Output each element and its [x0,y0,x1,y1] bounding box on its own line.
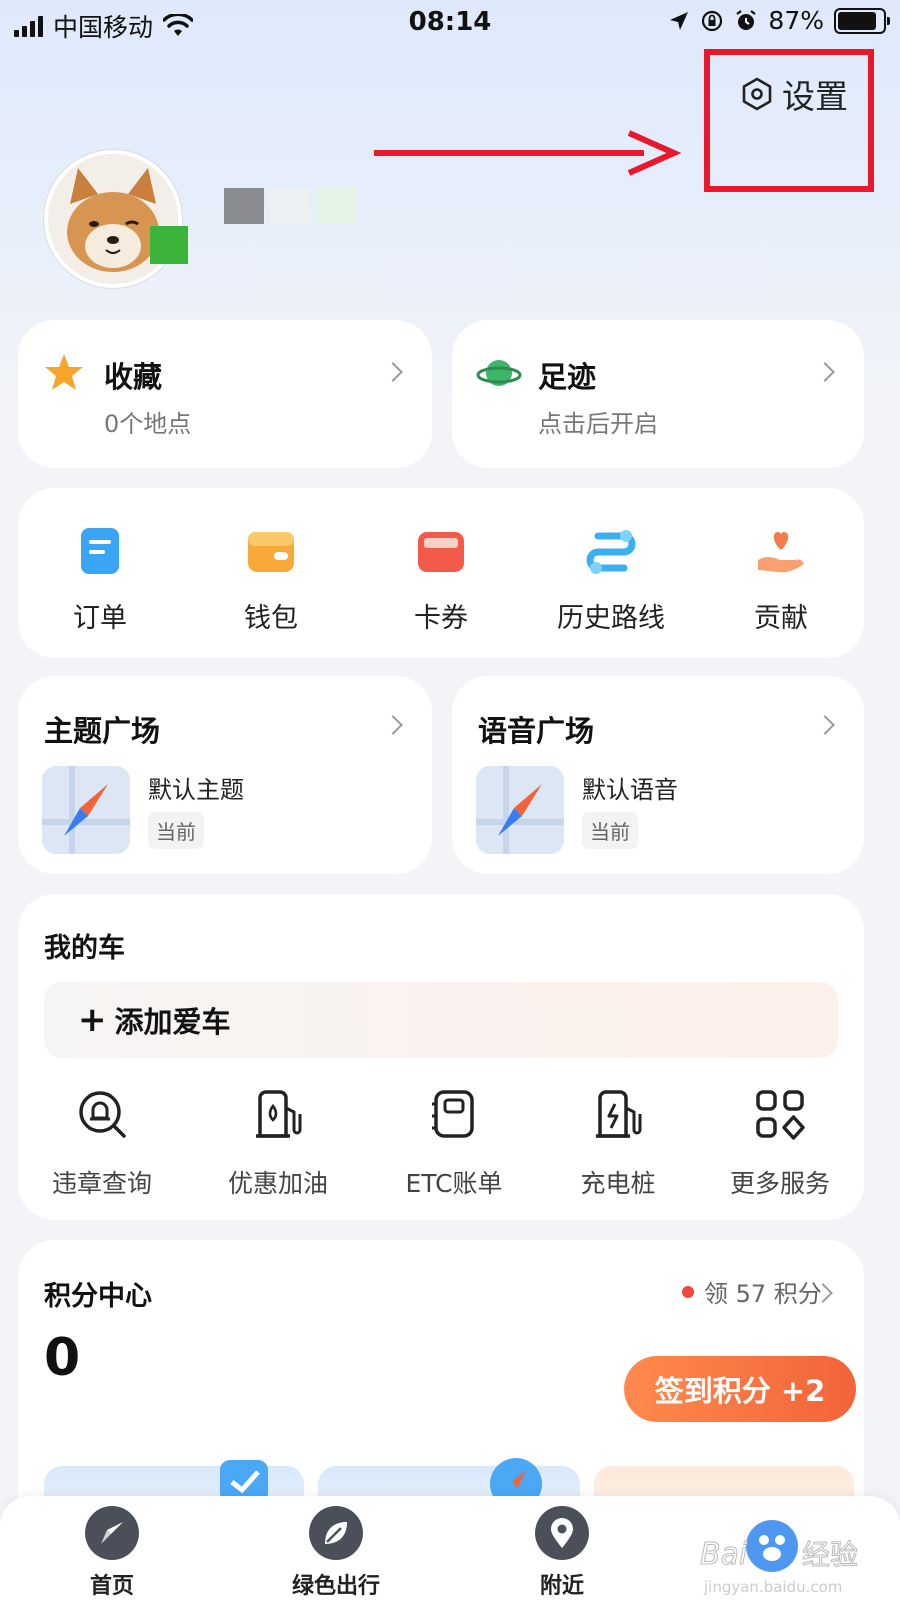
quick-action-label: 订单 [73,603,127,634]
svg-text:jingyan.baidu.com: jingyan.baidu.com [703,1578,842,1596]
compass-needle-icon [42,766,130,854]
theme-current-name: 默认主题 [148,776,244,804]
contribute-icon [758,532,804,573]
quick-action-order[interactable]: 订单 [25,524,175,635]
points-value: 0 [44,1328,81,1388]
violation-query-icon [79,1091,126,1138]
voice-current-name: 默认语音 [582,776,678,804]
add-car-button[interactable]: + 添加爱车 [44,982,838,1058]
service-label: 违章查询 [51,1169,152,1198]
nav-label: 绿色出行 [291,1574,380,1599]
status-right: 87% [668,6,890,35]
chevron-right-icon [383,715,403,735]
footprint-title: 足迹 [538,360,597,394]
planet-icon [476,360,522,386]
avatar-badge [150,226,188,264]
service-etc-bill[interactable]: ETC账单 [374,1086,534,1200]
claim-points-link[interactable]: 领 57 积分 [682,1274,822,1309]
more-services-icon [756,1090,805,1140]
service-label: 优惠加油 [227,1169,328,1198]
service-label: ETC账单 [405,1169,503,1198]
quick-action-coupon[interactable]: 卡券 [366,524,516,635]
etc-bill-icon [432,1090,474,1138]
quick-action-history-route[interactable]: 历史路线 [536,524,686,635]
add-car-label: 添加爱车 [114,1005,231,1039]
quick-actions-card: 订单 钱包 卡券 历史路线 贡献 [18,488,864,658]
sign-in-points-button[interactable]: 签到积分 +2 [624,1356,856,1422]
status-bar: 中国移动 08:14 87% [0,0,900,46]
shiba-dog-avatar-image [48,154,178,284]
location-pin-icon [535,1506,589,1560]
leaf-icon [309,1506,363,1560]
theme-plaza-card[interactable]: 主题广场 默认主题 当前 [18,676,432,874]
chevron-right-icon [383,362,403,382]
alarm-icon [736,9,757,30]
footprint-card[interactable]: 足迹 点击后开启 [452,320,864,468]
favorites-card[interactable]: 收藏 0个地点 [18,320,432,468]
compass-needle-icon [476,766,564,854]
nav-home[interactable]: 首页 [52,1506,172,1600]
svg-text:Bai: Bai [700,1537,748,1572]
nav-green-travel[interactable]: 绿色出行 [276,1506,396,1600]
red-dot-icon [682,1285,694,1298]
points-center-title: 积分中心 [44,1281,152,1312]
favorites-subtitle: 0个地点 [104,410,192,438]
current-tag: 当前 [582,812,638,849]
location-arrow-icon [670,11,689,30]
service-label: 更多服务 [729,1169,830,1198]
claim-points-label: 领 57 积分 [704,1280,822,1308]
quick-action-label: 贡献 [754,603,808,634]
history-route-icon [586,530,636,574]
quick-action-contribute[interactable]: 贡献 [706,524,856,635]
plus-icon: + [78,1000,107,1040]
voice-thumbnail [476,766,564,854]
charging-pile-icon [596,1090,642,1138]
nav-label: 附近 [539,1574,584,1599]
star-icon [45,354,83,390]
my-car-card: 我的车 + 添加爱车 违章查询 优惠加油 ETC账单 充电桩 更多服务 [18,894,864,1220]
order-icon [81,528,119,574]
chevron-right-icon [815,715,835,735]
quick-action-label: 历史路线 [557,603,665,634]
service-more[interactable]: 更多服务 [700,1086,860,1200]
coupon-icon [418,532,464,572]
battery-icon [834,7,890,34]
favorites-title: 收藏 [104,360,163,394]
my-car-title: 我的车 [44,933,125,964]
fuel-pump-icon [256,1090,302,1138]
compass-icon [85,1506,139,1560]
service-label: 充电桩 [580,1169,656,1198]
voice-plaza-card[interactable]: 语音广场 默认语音 当前 [452,676,864,874]
voice-plaza-title: 语音广场 [478,714,595,748]
quick-action-label: 钱包 [244,603,298,634]
battery-percent: 87% [768,6,824,35]
rotation-lock-icon [702,10,723,31]
baidu-watermark-logo: Bai 经验 jingyan.baidu.com [700,1520,859,1596]
service-fuel-discount[interactable]: 优惠加油 [198,1086,358,1200]
theme-thumbnail [42,766,130,854]
wallet-icon [248,532,294,572]
annotation-highlight-box [704,49,874,192]
service-violation-query[interactable]: 违章查询 [22,1086,182,1200]
chevron-right-icon [815,362,835,382]
service-charging-pile[interactable]: 充电桩 [538,1086,698,1200]
quick-action-label: 卡券 [414,603,468,634]
current-tag: 当前 [148,812,204,849]
user-name-redacted[interactable] [224,188,356,224]
nav-nearby[interactable]: 附近 [502,1506,622,1600]
annotation-arrow [374,130,682,176]
footprint-subtitle: 点击后开启 [538,410,658,438]
avatar[interactable] [44,150,182,288]
nav-label: 首页 [89,1574,134,1599]
svg-text:经验: 经验 [802,1538,858,1571]
theme-plaza-title: 主题广场 [44,714,161,748]
quick-action-wallet[interactable]: 钱包 [196,524,346,635]
